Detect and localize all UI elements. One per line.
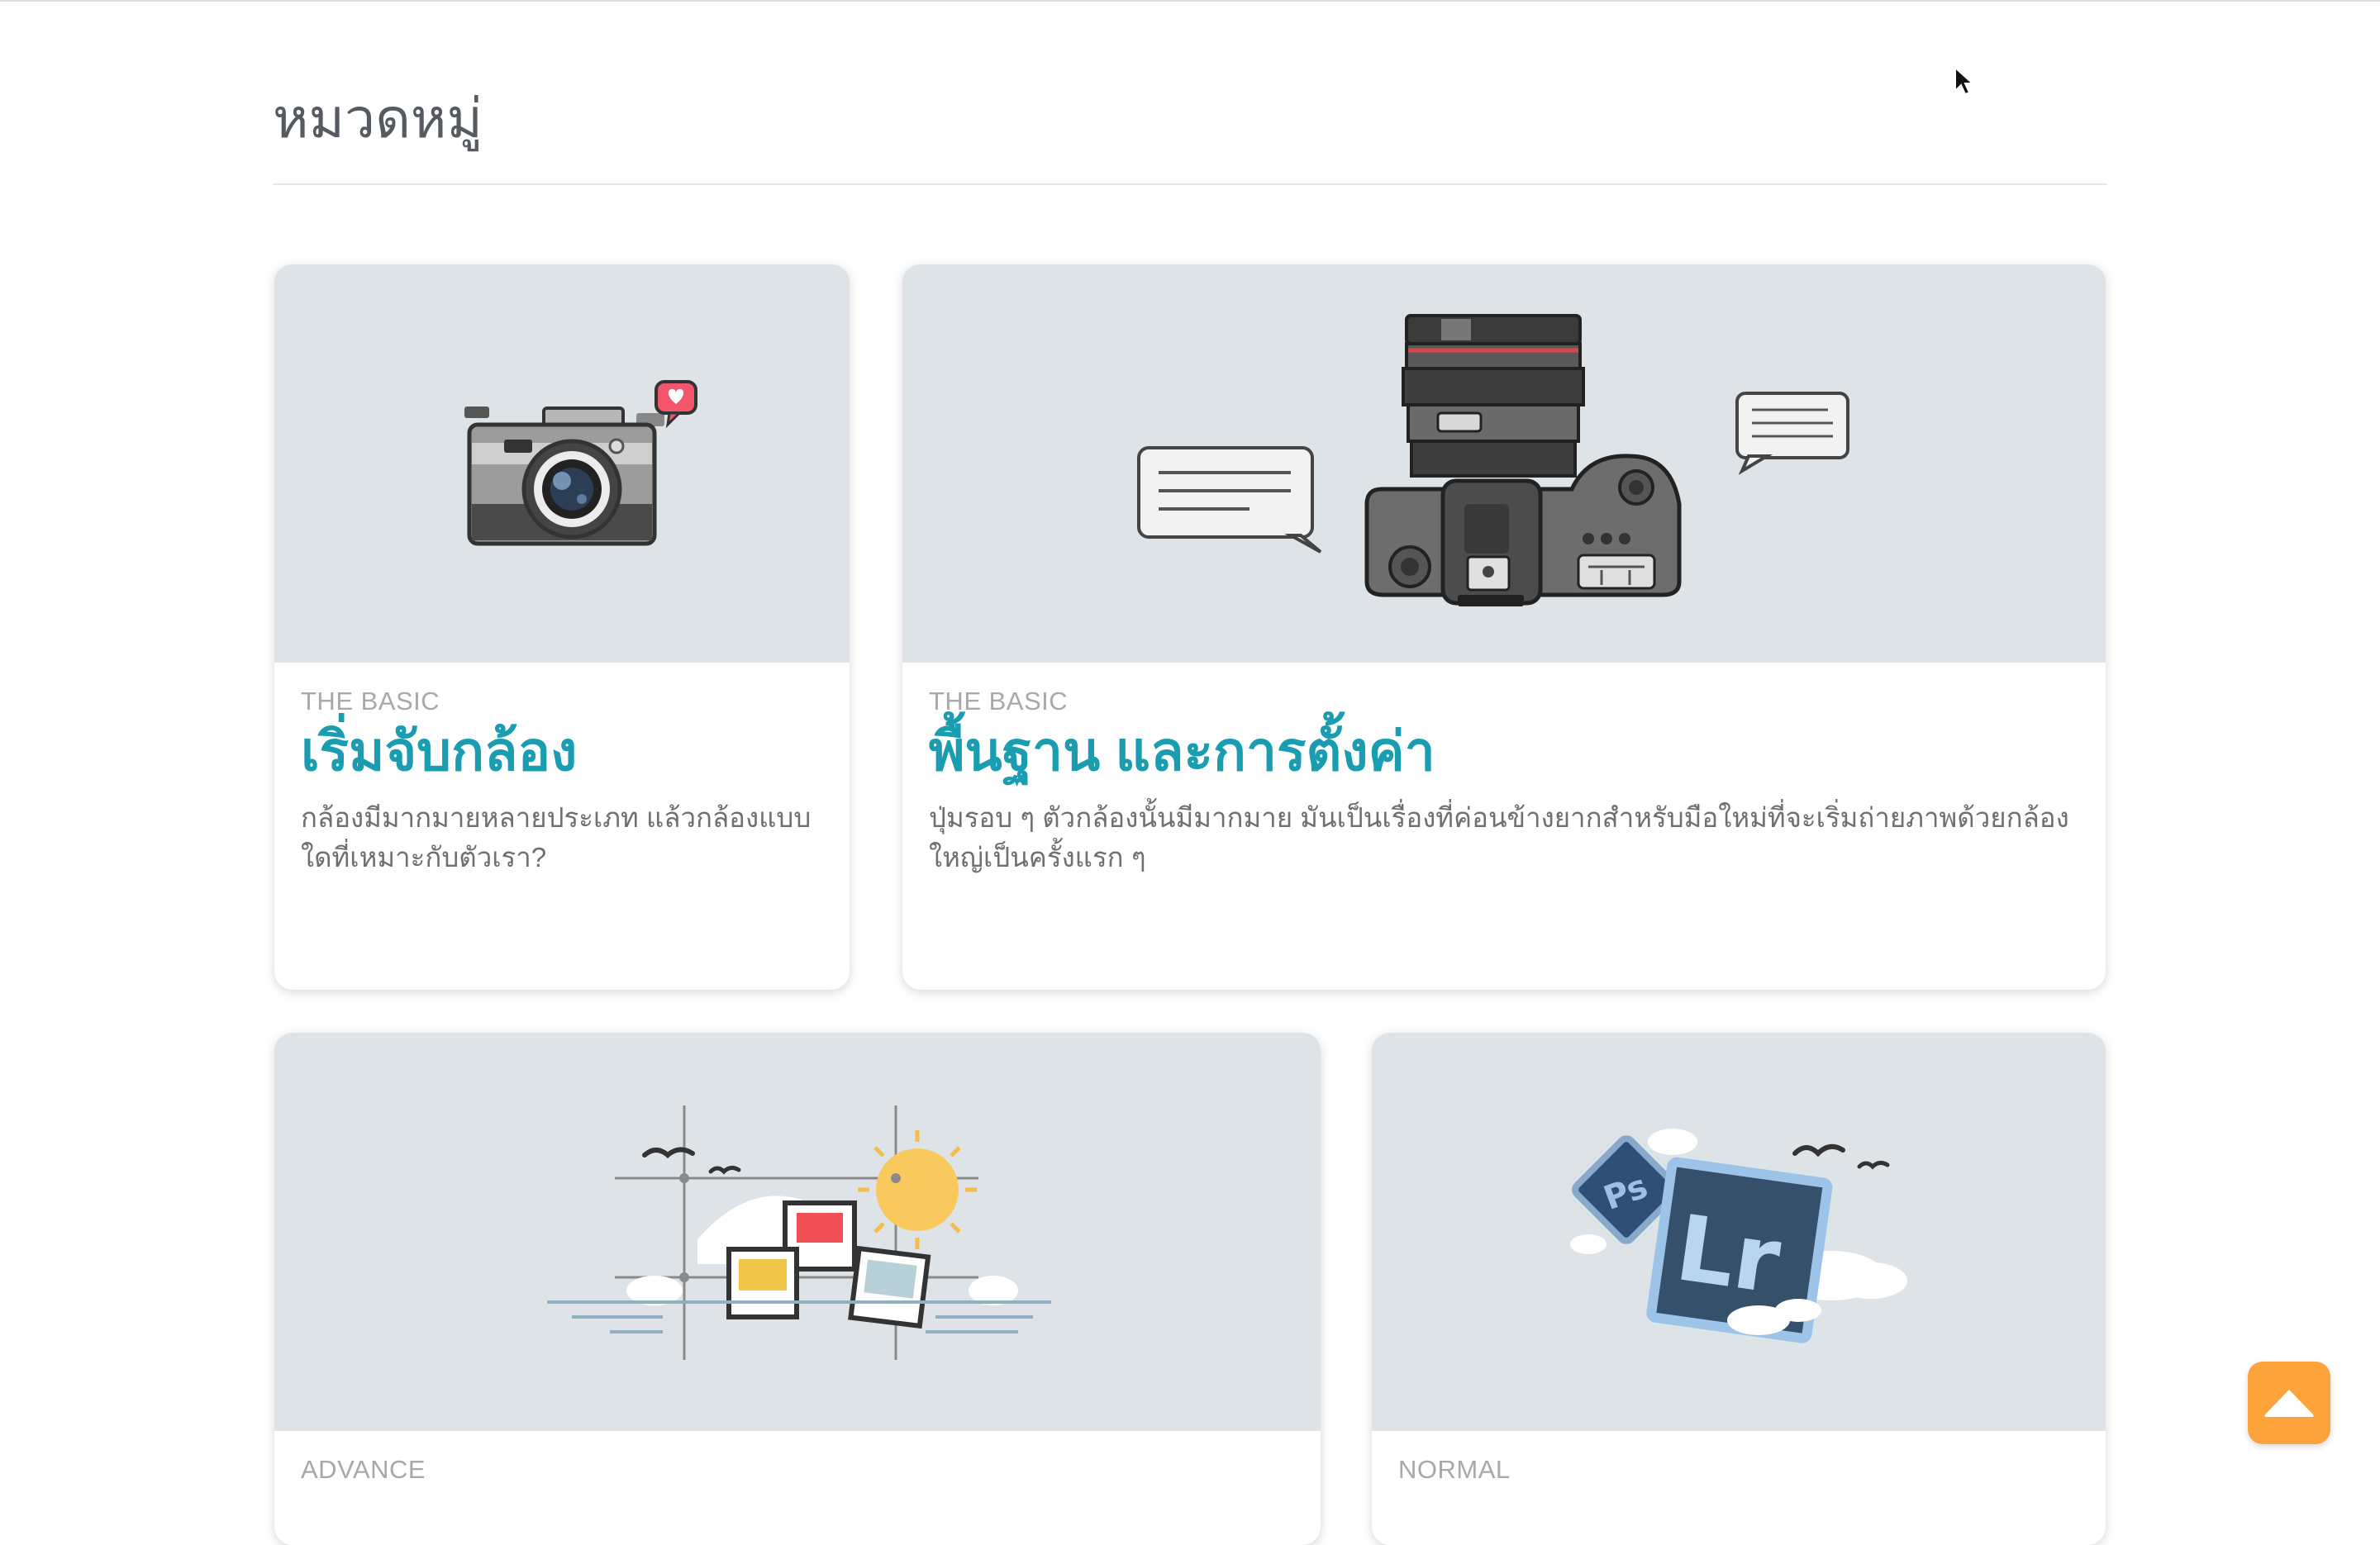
card-category: THE BASIC (929, 687, 1069, 715)
photoshop-lightroom-icon: Ps Lr (1570, 1129, 1907, 1343)
page-title: หมวดหมู่ (273, 88, 483, 149)
category-card-start-camera[interactable]: THE BASIC เริ่มจับกล้อง กล้องมีมากมายหลา… (274, 264, 850, 990)
card-description: กล้องมีมากมายหลายประเภท แล้วกล้องแบบใดที… (301, 801, 812, 872)
mouse-cursor-icon (1954, 66, 1975, 96)
card-title[interactable]: พื้นฐาน และการตั้งค่า (929, 720, 2079, 783)
card-category: THE BASIC (301, 687, 440, 715)
top-border (0, 0, 2380, 2)
category-card-advance[interactable]: ADVANCE (274, 1033, 1321, 1545)
card-image (902, 264, 2106, 663)
dslr-camera-icon (1137, 314, 1849, 606)
card-image (274, 1033, 1321, 1431)
sun-icon (858, 1130, 977, 1249)
title-divider (273, 183, 2107, 185)
category-card-basics-settings[interactable]: THE BASIC พื้นฐาน และการตั้งค่า ปุ่มรอบ … (902, 264, 2106, 990)
card-image: Ps Lr (1372, 1033, 2106, 1431)
card-category: NORMAL (1398, 1455, 1511, 1484)
card-title[interactable]: เริ่มจับกล้อง (301, 720, 823, 783)
camera-icon (464, 380, 697, 546)
arrow-up-icon (2264, 1390, 2314, 1417)
card-category: ADVANCE (301, 1455, 426, 1484)
composition-icon (547, 1105, 1051, 1360)
svg-text:Lr: Lr (1670, 1195, 1787, 1314)
speech-bubble-icon (1137, 446, 1322, 554)
card-description: ปุ่มรอบ ๆ ตัวกล้องนั้นมีมากมาย มันเป็นเร… (929, 801, 2069, 872)
scroll-to-top-button[interactable] (2248, 1362, 2330, 1444)
speech-bubble-icon (1735, 392, 1849, 475)
category-card-normal[interactable]: Ps Lr NORMAL (1372, 1033, 2106, 1545)
card-image (274, 264, 850, 663)
